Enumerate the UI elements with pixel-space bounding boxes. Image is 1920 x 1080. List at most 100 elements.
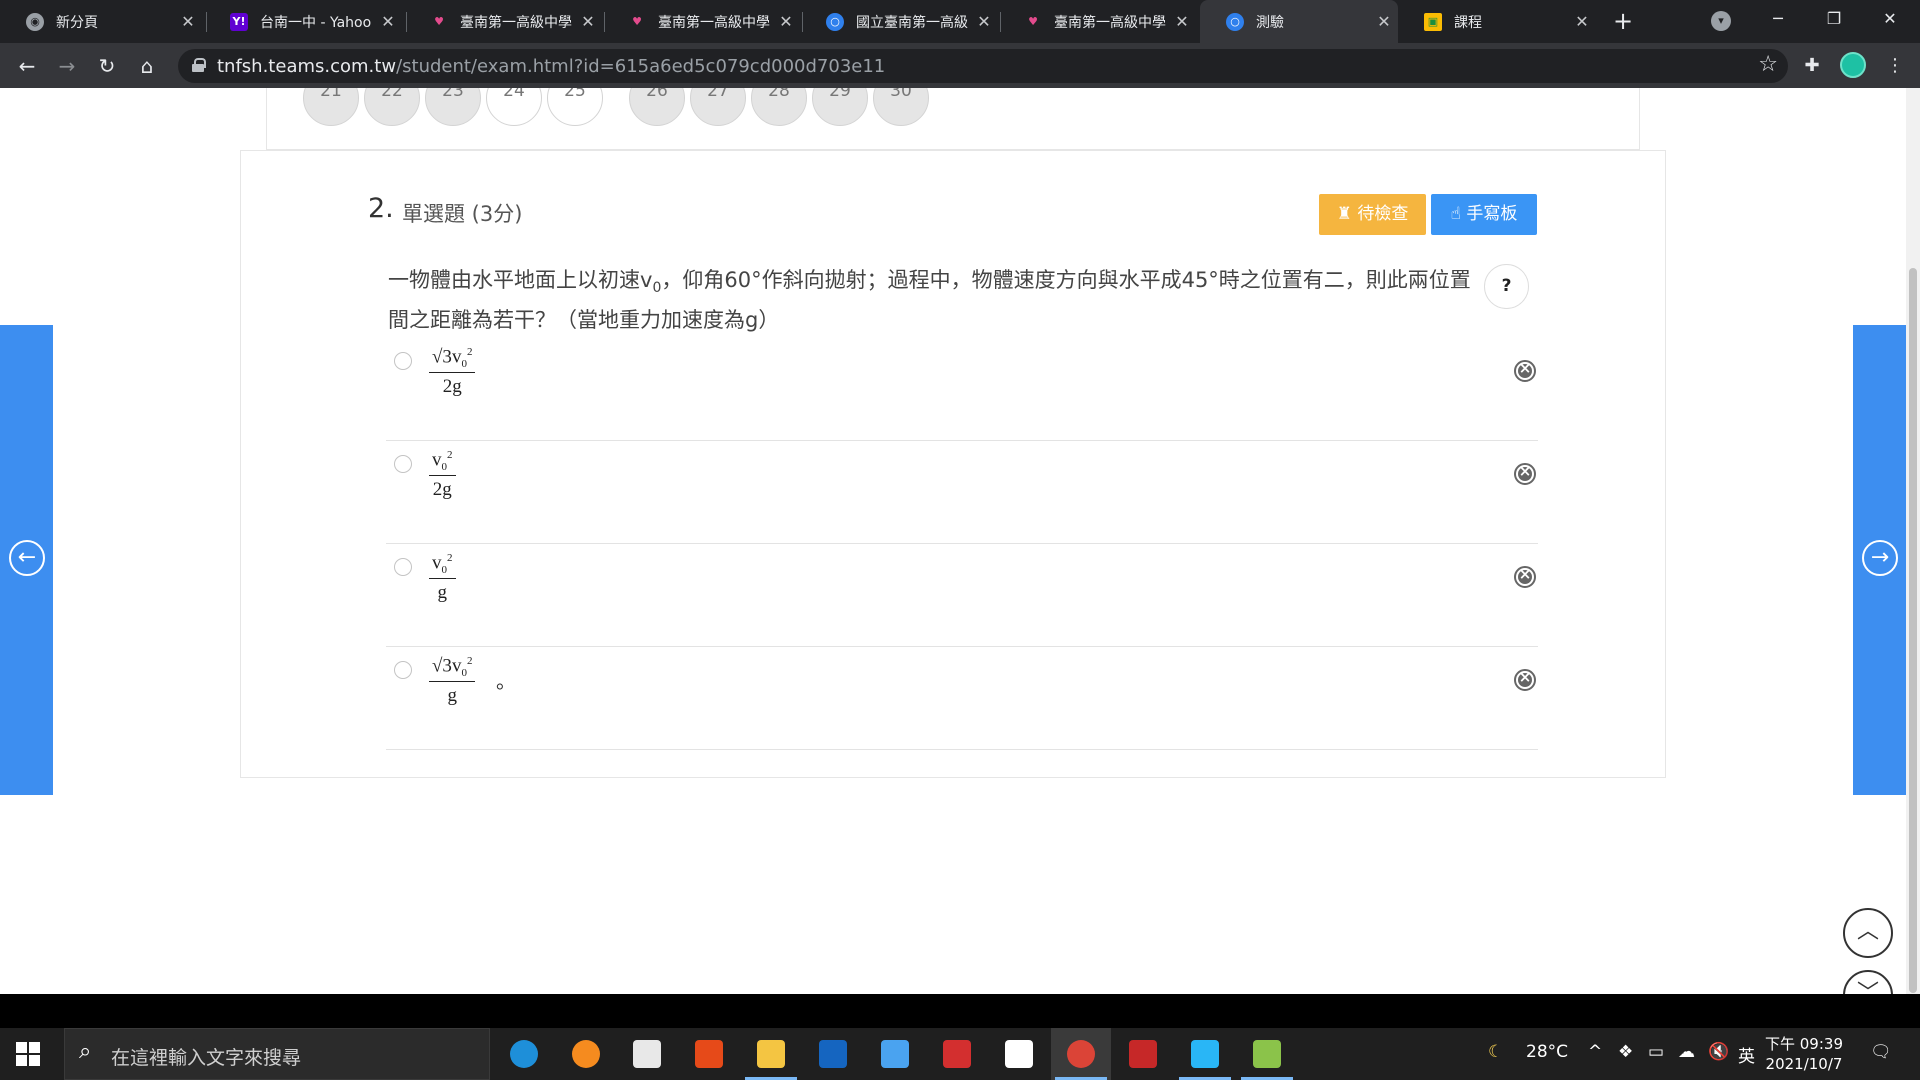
scroll-top-button[interactable]: ︿: [1843, 908, 1893, 958]
question-number-27[interactable]: 27: [690, 88, 746, 126]
tab-school-3[interactable]: ♥ 臺南第一高級中學 ✕: [998, 0, 1196, 43]
dev-tool-icon[interactable]: [803, 1028, 863, 1080]
tab-new-page[interactable]: ◉ 新分頁 ✕: [0, 0, 202, 43]
tab-search-icon[interactable]: ▾: [1711, 11, 1731, 31]
office-icon[interactable]: [679, 1028, 739, 1080]
tab-school-1[interactable]: ♥ 臺南第一高級中學 ✕: [404, 0, 602, 43]
eliminate-option-icon[interactable]: [1514, 462, 1536, 485]
extensions-icon[interactable]: ✚: [1797, 51, 1827, 81]
chrome-taskbar-icon[interactable]: [1051, 1028, 1111, 1080]
weather-temperature[interactable]: 28°C: [1526, 1042, 1568, 1062]
store-icon[interactable]: [617, 1028, 677, 1080]
bookmark-star-icon[interactable]: ☆: [1758, 52, 1778, 77]
edge-icon[interactable]: [494, 1028, 554, 1080]
back-icon[interactable]: ←: [12, 51, 42, 81]
onedrive-icon[interactable]: ☁: [1678, 1042, 1695, 1062]
mail-icon[interactable]: [865, 1028, 925, 1080]
forward-icon[interactable]: →: [52, 51, 82, 81]
taskbar-search-box[interactable]: ⌕ 在這裡輸入文字來搜尋: [64, 1028, 490, 1080]
previous-question-panel[interactable]: ←: [0, 325, 53, 795]
question-number-24[interactable]: 24: [486, 88, 542, 126]
eliminate-option-icon[interactable]: [1514, 359, 1536, 382]
close-icon[interactable]: ✕: [1568, 12, 1596, 31]
close-icon[interactable]: ✕: [1370, 12, 1398, 31]
tab-national-school[interactable]: ○ 國立臺南第一高級 ✕: [800, 0, 998, 43]
close-icon[interactable]: ✕: [970, 12, 998, 31]
option-c[interactable]: v02 g: [386, 544, 1538, 647]
question-number-21[interactable]: 21: [303, 88, 359, 126]
battery-icon[interactable]: ▭: [1648, 1042, 1664, 1062]
google-icon[interactable]: [989, 1028, 1049, 1080]
mark-pending-button[interactable]: ♜ 待檢查: [1319, 194, 1426, 235]
vpn-icon[interactable]: [556, 1028, 616, 1080]
restore-icon[interactable]: ❐: [1806, 0, 1862, 40]
file-explorer-icon[interactable]: [741, 1028, 801, 1080]
eliminate-option-icon[interactable]: [1514, 565, 1536, 588]
eliminate-option-icon[interactable]: [1514, 668, 1536, 691]
close-icon[interactable]: ✕: [772, 12, 800, 31]
weather-icon[interactable]: ☾: [1488, 1042, 1503, 1062]
question-number-22[interactable]: 22: [364, 88, 420, 126]
page-scrollbar[interactable]: [1906, 88, 1920, 994]
option-b[interactable]: v02 2g: [386, 441, 1538, 544]
help-button[interactable]: ?: [1484, 264, 1529, 309]
tab-title: 國立臺南第一高級: [856, 14, 968, 31]
close-icon[interactable]: ✕: [1168, 12, 1196, 31]
dropbox-icon[interactable]: ❖: [1618, 1042, 1633, 1062]
next-question-panel[interactable]: →: [1853, 325, 1906, 795]
tab-exam[interactable]: ○ 測驗 ✕: [1200, 0, 1398, 43]
clock-date: 2021/10/7: [1765, 1055, 1843, 1073]
menu-icon[interactable]: ⋮: [1880, 51, 1910, 81]
tab-school-2[interactable]: ♥ 臺南第一高級中學 ✕: [602, 0, 800, 43]
question-number-28[interactable]: 28: [751, 88, 807, 126]
photos-icon[interactable]: [1175, 1028, 1235, 1080]
taskbar-clock[interactable]: 下午 09:39 2021/10/7: [1765, 1034, 1843, 1074]
home-icon[interactable]: ⌂: [132, 51, 162, 81]
minimize-icon[interactable]: ─: [1750, 0, 1806, 40]
presentation-icon[interactable]: [1113, 1028, 1173, 1080]
notification-icon[interactable]: 🗨: [1870, 1042, 1892, 1062]
layers-icon[interactable]: [1237, 1028, 1297, 1080]
tab-yahoo[interactable]: Y! 台南一中 - Yahoo ✕: [204, 0, 402, 43]
classroom-icon: ▣: [1424, 12, 1442, 31]
option-d[interactable]: √3v02 g 。: [386, 647, 1538, 750]
option-a[interactable]: √3v02 2g: [386, 338, 1538, 441]
ime-indicator[interactable]: 英: [1738, 1042, 1755, 1067]
question-type: 單選題 (3分): [402, 202, 523, 226]
tab-course[interactable]: ▣ 課程 ✕: [1398, 0, 1596, 43]
question-number-25[interactable]: 25: [547, 88, 603, 126]
gift-icon[interactable]: [927, 1028, 987, 1080]
question-number-30[interactable]: 30: [873, 88, 929, 126]
address-bar[interactable]: tnfsh.teams.com.tw/student/exam.html?id=…: [178, 49, 1788, 83]
question-number-panel: 21 22 23 24 25 26 27 28 29 30: [266, 88, 1640, 150]
close-icon[interactable]: ✕: [374, 12, 402, 31]
tab-title: 課程: [1454, 14, 1482, 31]
new-tab-button[interactable]: +: [1608, 6, 1638, 36]
scroll-bottom-button[interactable]: ﹀: [1843, 970, 1893, 994]
scrollbar-thumb[interactable]: [1909, 268, 1917, 993]
option-radio[interactable]: [394, 352, 412, 370]
reload-icon[interactable]: ↻: [92, 51, 122, 81]
mark-pending-label: 待檢查: [1357, 204, 1409, 224]
question-number-26[interactable]: 26: [629, 88, 685, 126]
close-icon[interactable]: ✕: [574, 12, 602, 31]
yahoo-icon: Y!: [230, 12, 248, 31]
option-radio[interactable]: [394, 661, 412, 679]
arrow-right-icon[interactable]: →: [1862, 540, 1898, 576]
option-formula: √3v02 g: [429, 655, 476, 707]
volume-muted-icon[interactable]: 🔇: [1708, 1042, 1729, 1062]
window-close-icon[interactable]: ✕: [1862, 0, 1918, 40]
option-radio[interactable]: [394, 455, 412, 473]
tray-chevron-up-icon[interactable]: ^: [1588, 1042, 1602, 1062]
close-icon[interactable]: ✕: [174, 12, 202, 31]
hand-pointer-icon: ☝: [1450, 204, 1467, 224]
handwriting-pad-button[interactable]: ☝ 手寫板: [1431, 194, 1537, 235]
windows-start-icon[interactable]: [16, 1042, 40, 1066]
question-stem: 一物體由水平地面上以初速v0，仰角60°作斜向拋射；過程中，物體速度方向與水平成…: [388, 268, 1471, 333]
question-number-23[interactable]: 23: [425, 88, 481, 126]
arrow-left-icon[interactable]: ←: [9, 540, 45, 576]
profile-avatar[interactable]: [1840, 52, 1866, 78]
option-radio[interactable]: [394, 558, 412, 576]
question-number-29[interactable]: 29: [812, 88, 868, 126]
chrome-icon: ◉: [26, 12, 44, 31]
